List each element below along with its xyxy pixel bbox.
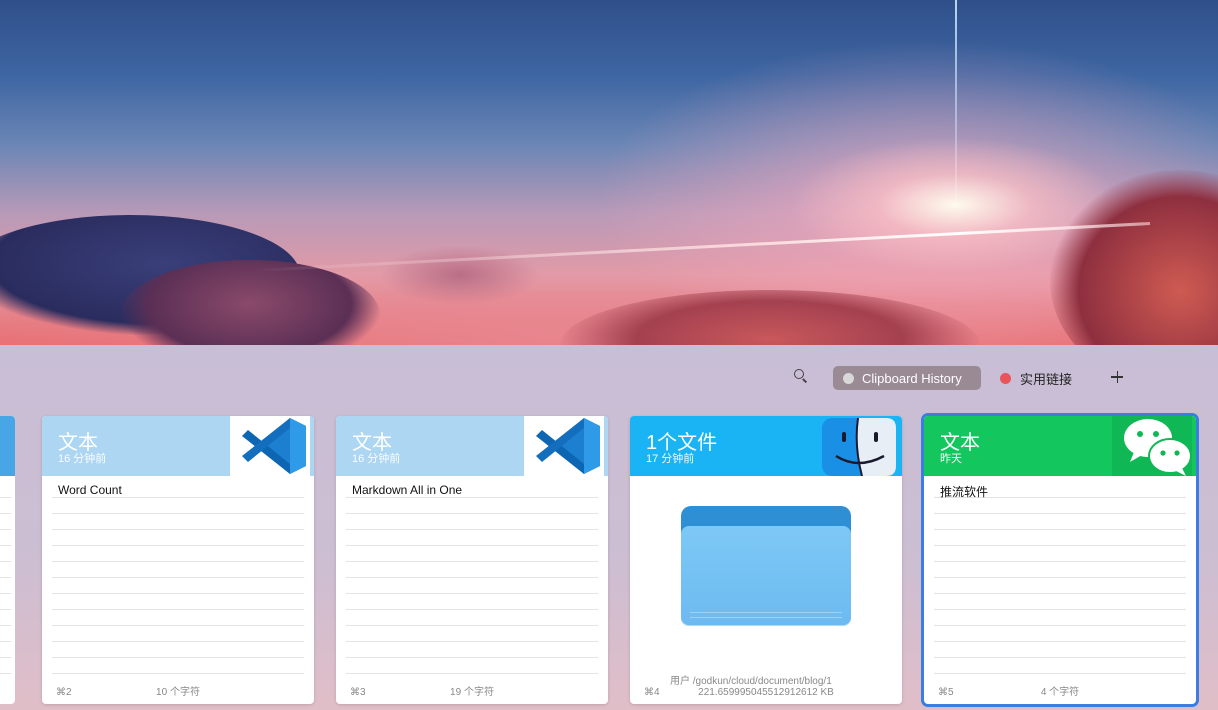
card-time: 16 分钟前 <box>58 453 107 465</box>
folder-icon <box>630 476 902 682</box>
card-time: 16 分钟前 <box>352 453 401 465</box>
card-info: 19 个字符 <box>450 687 494 698</box>
wechat-icon <box>1112 416 1192 476</box>
tab-useful-links[interactable]: 实用链接 <box>1000 366 1072 390</box>
clipboard-card[interactable]: 文本 16 分钟前 Word Count ⌘2 10 个字符 <box>42 416 314 704</box>
vscode-icon <box>524 416 604 476</box>
tab-label: 实用链接 <box>1020 371 1073 387</box>
card-info: 221.659995045512912612 KB <box>698 687 834 698</box>
card-time: 17 分钟前 <box>646 453 695 465</box>
clipboard-card-partial[interactable] <box>0 416 15 704</box>
card-lines <box>934 482 1186 682</box>
add-list-icon[interactable] <box>1109 368 1127 386</box>
desktop-wallpaper <box>0 0 1218 345</box>
clipboard-card[interactable]: 文本 16 分钟前 Markdown All in One ⌘3 19 个字符 <box>336 416 608 704</box>
finder-icon <box>818 416 898 477</box>
card-header: 文本 16 分钟前 <box>336 416 608 476</box>
card-lines <box>52 482 304 682</box>
clipboard-card[interactable]: 1个文件 17 分钟前 用户 /godkun/cloud/document/bl… <box>630 416 902 704</box>
vscode-icon <box>230 416 310 476</box>
card-info: 4 个字符 <box>1040 687 1080 698</box>
card-header: 文本 16 分钟前 <box>42 416 314 476</box>
search-icon[interactable] <box>793 368 809 384</box>
useful-links-dot-icon <box>1000 372 1011 384</box>
tab-clipboard-history[interactable]: Clipboard History <box>833 366 981 390</box>
card-time: 昨天 <box>940 453 962 465</box>
card-content: Markdown All in One <box>352 483 463 497</box>
clipboard-card-selected[interactable]: 文本 昨天 推流软件 ⌘5 4 个字符 <box>924 416 1196 704</box>
card-header: 文本 昨天 <box>924 416 1196 476</box>
file-path: 用户 /godkun/cloud/document/blog/1 <box>670 676 832 687</box>
card-info: 10 个字符 <box>156 687 200 698</box>
card-content: 推流软件 <box>940 485 989 499</box>
card-header: 1个文件 17 分钟前 <box>630 416 902 477</box>
card-content: Word Count <box>58 483 122 497</box>
tab-label: Clipboard History <box>862 370 962 386</box>
clipboard-history-dot-icon <box>843 372 854 384</box>
card-lines <box>346 482 598 682</box>
